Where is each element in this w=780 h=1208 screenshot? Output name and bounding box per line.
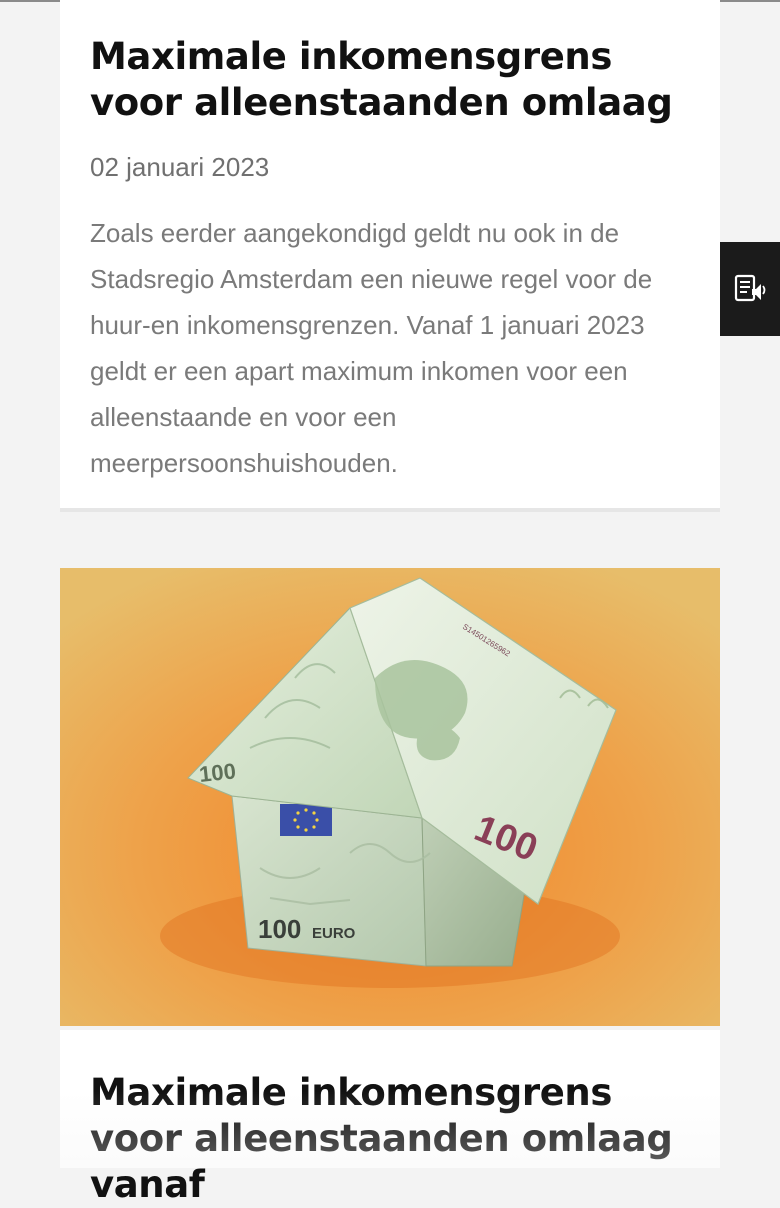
front-note-currency: EURO [312,925,356,942]
read-aloud-button[interactable] [720,242,780,336]
article-title[interactable]: Maximale inkomensgrens voor alleenstaand… [90,34,710,126]
side-note-value: 100 [198,758,237,787]
article-date: 02 januari 2023 [90,152,270,182]
article-summary: Zoals eerder aangekondigd geldt nu ook i… [90,218,653,478]
front-note-value: 100 [258,914,301,944]
read-aloud-icon [734,274,766,302]
article-image[interactable]: 100 EURO 100 S14501265962 100 [60,568,720,1026]
news-card[interactable]: Maximale inkomensgrens voor alleenstaand… [60,0,720,512]
article-title[interactable]: Maximale inkomensgrens voor alleenstaand… [90,1070,710,1208]
news-card[interactable]: Maximale inkomensgrens voor alleenstaand… [60,1030,720,1206]
